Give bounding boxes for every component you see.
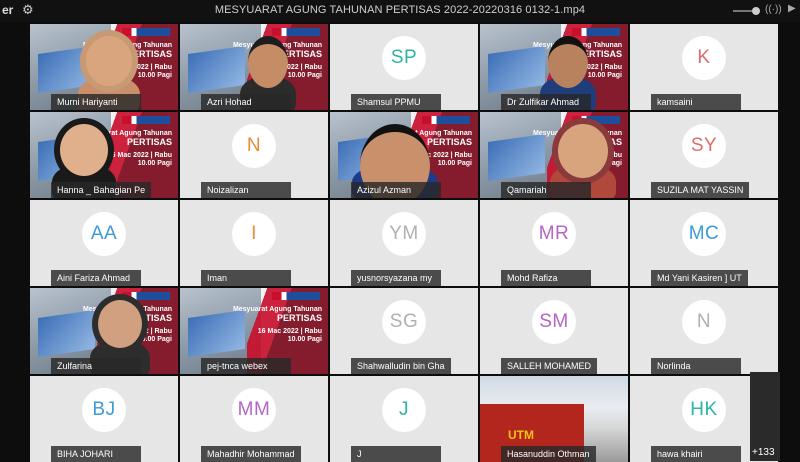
- participant-tile[interactable]: Mesyuarat Agung TahunanPERTISAS16 Mac 20…: [180, 288, 328, 374]
- participant-name: pej-tnca webex: [201, 358, 291, 374]
- participant-tile[interactable]: MR Mohd Rafiza: [480, 200, 628, 286]
- participant-name: Azri Hohad: [201, 94, 291, 110]
- participant-tile[interactable]: SG Shahwalludin bin Gha: [330, 288, 478, 374]
- participant-name: Shamsul PPMU: [351, 94, 441, 110]
- participant-grid: Mesyuarat Agung TahunanPERTISAS16 Mac 20…: [30, 24, 780, 462]
- participant-tile[interactable]: N Noizalizan: [180, 112, 328, 198]
- slide-logos: [122, 292, 170, 300]
- participant-tile[interactable]: SM SALLEH MOHAMED: [480, 288, 628, 374]
- slide-time: 10.00 Pagi: [287, 336, 322, 343]
- participant-name: Iman: [201, 270, 291, 286]
- participant-name: J: [351, 446, 441, 462]
- participant-avatar: HK: [682, 388, 726, 433]
- participant-tile[interactable]: Mesyuarat Agung TahunanPERTISAS16 Mac 20…: [480, 24, 628, 110]
- participant-name: Mohd Rafiza: [501, 270, 591, 286]
- participant-tile[interactable]: YM yusnorsyazana my: [330, 200, 478, 286]
- participant-tile[interactable]: Mesyuarat Agung TahunanPERTISAS16 Mac 20…: [30, 112, 178, 198]
- participant-name: Noizalizan: [201, 182, 291, 198]
- participant-face: [86, 36, 132, 86]
- participant-avatar: N: [682, 300, 726, 345]
- participant-name: BIHA JOHARI: [51, 446, 141, 462]
- participant-avatar: SP: [382, 36, 426, 81]
- signal-icon[interactable]: ((·)): [765, 4, 782, 15]
- participant-name: Azizul Azman: [351, 182, 441, 198]
- participant-name: Zulfarina: [51, 358, 141, 374]
- participant-name: Qamariah: [501, 182, 591, 198]
- slide-date: 16 Mac 2022 | Rabu: [257, 328, 322, 335]
- participant-name: hawa khairi: [651, 446, 741, 462]
- participant-name: Hanna _ Bahagian Pe: [51, 182, 152, 198]
- participant-name: Hasanuddin Othman: [501, 446, 596, 462]
- participant-avatar: I: [232, 212, 276, 257]
- participant-avatar: SG: [382, 300, 426, 345]
- gear-icon[interactable]: ⚙: [22, 2, 34, 18]
- participant-avatar: MC: [682, 212, 726, 257]
- participant-name: Mahadhir Mohammad: [201, 446, 301, 462]
- participant-name: yusnorsyazana my: [351, 270, 441, 286]
- volume-slider-knob[interactable]: [752, 7, 760, 15]
- window-titlebar: er ⚙ MESYUARAT AGUNG TAHUNAN PERTISAS 20…: [0, 0, 800, 22]
- participant-name: Dr Zulfikar Ahmad: [501, 94, 591, 110]
- participant-avatar: MR: [532, 212, 576, 257]
- participant-face: [548, 36, 588, 88]
- participant-tile[interactable]: Kkamsaini: [630, 24, 778, 110]
- slide-logos: [572, 116, 620, 124]
- participant-avatar: SY: [682, 124, 726, 169]
- participant-name: Md Yani Kasiren ] UT: [651, 270, 748, 286]
- participant-name: Aini Fariza Ahmad: [51, 270, 141, 286]
- window-title: MESYUARAT AGUNG TAHUNAN PERTISAS 2022-20…: [214, 4, 586, 16]
- participant-avatar: N: [232, 124, 276, 169]
- participant-tile[interactable]: SY SUZILA MAT YASSIN: [630, 112, 778, 198]
- utm-logo: UTM: [508, 428, 534, 442]
- participant-name: Murni Hariyanti: [51, 94, 141, 110]
- participant-face: [60, 124, 108, 176]
- participant-name: Shahwalludin bin Gha: [351, 358, 451, 374]
- slide-logos: [122, 116, 170, 124]
- app-name-fragment: er: [2, 3, 14, 17]
- participant-tile[interactable]: N Norlinda: [630, 288, 778, 374]
- participant-name: Norlinda: [651, 358, 741, 374]
- participant-tile[interactable]: MC Md Yani Kasiren ] UT: [630, 200, 778, 286]
- participant-face: [558, 124, 608, 178]
- play-icon[interactable]: ▶: [788, 3, 796, 14]
- participant-tile[interactable]: Mesyuarat Agung TahunanPERTISAS16 Mac 20…: [30, 288, 178, 374]
- participant-face: [248, 36, 288, 88]
- participant-avatar: YM: [382, 212, 426, 257]
- participant-tile[interactable]: MM Mahadhir Mohammad: [180, 376, 328, 462]
- participant-face: [98, 300, 142, 348]
- slide-text: Mesyuarat Agung TahunanPERTISAS16 Mac 20…: [233, 306, 322, 344]
- participant-tile[interactable]: Mesyuarat Agung TahunanPERTISAS16 Mac 20…: [330, 112, 478, 198]
- participant-tile[interactable]: SP Shamsul PPMU: [330, 24, 478, 110]
- participant-tile[interactable]: BJ BIHA JOHARI: [30, 376, 178, 462]
- participant-name: SUZILA MAT YASSIN: [651, 182, 750, 198]
- more-participants-count[interactable]: +133: [752, 447, 775, 458]
- participant-tile[interactable]: Mesyuarat Agung TahunanPERTISAS16 Mac 20…: [480, 112, 628, 198]
- slide-logos: [122, 28, 170, 36]
- slide-logos: [572, 28, 620, 36]
- slide-logos: [272, 28, 320, 36]
- participant-tile[interactable]: UTM Hasanuddin Othman: [480, 376, 628, 462]
- participant-tile[interactable]: Mesyuarat Agung TahunanPERTISAS16 Mac 20…: [30, 24, 178, 110]
- participant-avatar: J: [382, 388, 426, 433]
- slide-org: PERTISAS: [276, 313, 322, 323]
- participant-avatar: AA: [82, 212, 126, 257]
- slide-logos: [422, 116, 470, 124]
- slide-logos: [272, 292, 320, 300]
- participant-name: kamsaini: [651, 94, 741, 110]
- participant-avatar: SM: [532, 300, 576, 345]
- participant-tile[interactable]: JJ: [330, 376, 478, 462]
- participant-avatar: K: [682, 36, 726, 81]
- participant-avatar: BJ: [82, 388, 126, 433]
- participant-name: SALLEH MOHAMED: [501, 358, 598, 374]
- participant-tile[interactable]: I Iman: [180, 200, 328, 286]
- participant-tile[interactable]: Mesyuarat Agung TahunanPERTISAS16 Mac 20…: [180, 24, 328, 110]
- participant-tile[interactable]: AA Aini Fariza Ahmad: [30, 200, 178, 286]
- participant-avatar: MM: [232, 388, 276, 433]
